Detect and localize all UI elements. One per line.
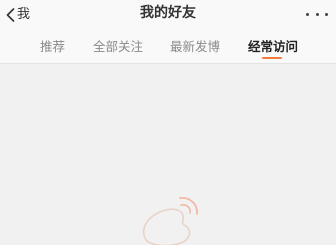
chevron-left-icon	[6, 8, 15, 22]
page-title: 我的好友	[140, 5, 196, 21]
more-horizontal-icon	[306, 12, 309, 16]
app-screen: 我 我的好友 推荐 全部关注 最新发博 经常访问	[0, 0, 336, 245]
content-area	[0, 64, 336, 245]
more-horizontal-icon	[325, 12, 328, 16]
active-tab-indicator	[262, 57, 282, 59]
tab-latest-posts[interactable]: 最新发博	[170, 30, 220, 63]
more-horizontal-icon	[315, 12, 319, 16]
back-label: 我	[17, 7, 31, 22]
tab-all-following[interactable]: 全部关注	[93, 30, 143, 63]
tab-recommended[interactable]: 推荐	[40, 30, 65, 63]
tab-bar: 推荐 全部关注 最新发博 经常访问	[0, 30, 336, 64]
back-button[interactable]: 我	[6, 0, 30, 30]
more-button[interactable]	[306, 6, 328, 22]
weibo-loading-icon	[136, 192, 206, 245]
navigation-bar: 我 我的好友	[0, 0, 336, 30]
